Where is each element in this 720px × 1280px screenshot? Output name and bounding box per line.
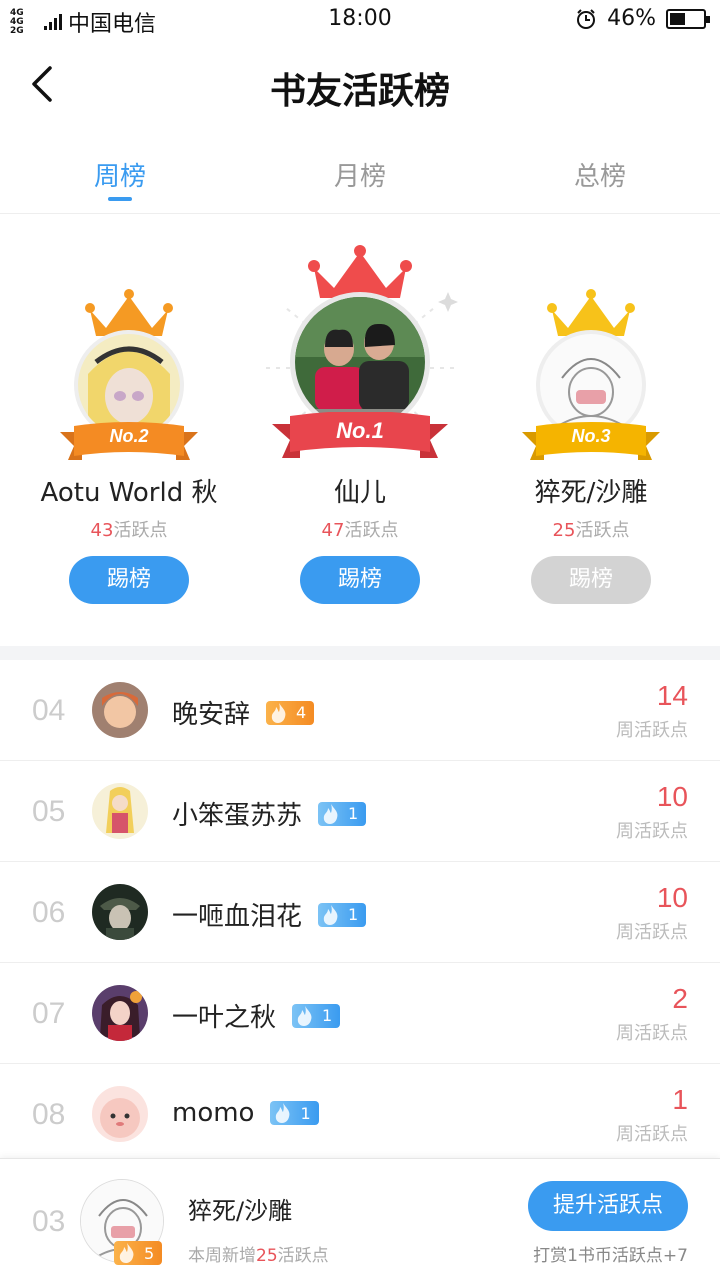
podium: No.2 Aotu World 秋 43活跃点 踢榜 No.1 仙儿 47活跃点…: [0, 214, 720, 646]
level-badge: 4: [266, 700, 315, 725]
reward-tip: 打赏1书币活跃点+7: [533, 1246, 688, 1266]
list-item[interactable]: 05 小笨蛋苏苏 1 10 周活跃点: [0, 761, 720, 862]
tab-monthly[interactable]: 月榜: [240, 136, 480, 213]
score-block: 2 周活跃点: [616, 983, 688, 1045]
flame-icon: [297, 1005, 312, 1026]
rank-number: 03: [32, 1205, 66, 1238]
user-name: 一咂血泪花: [172, 902, 303, 932]
kick-button[interactable]: 踢榜: [69, 556, 189, 604]
activity-score: 47活跃点: [321, 520, 399, 541]
user-name-group: 一咂血泪花 1: [172, 896, 367, 933]
flame-icon: [119, 1243, 134, 1263]
user-name: 晚安辞: [172, 700, 251, 730]
level-badge: 1: [318, 801, 367, 826]
rank-number: 08: [32, 1098, 66, 1131]
avatar[interactable]: [92, 985, 148, 1041]
user-name: 猝死/沙雕: [534, 478, 648, 508]
user-name-group: 一叶之秋 1: [172, 997, 341, 1034]
alarm-icon: [577, 8, 596, 29]
level-badge: 1: [292, 1003, 341, 1028]
rank-label: No.3: [571, 426, 611, 446]
battery-icon: [666, 8, 710, 29]
score-label: 周活跃点: [616, 922, 688, 943]
weekly-gain: 本周新增25活跃点: [188, 1246, 329, 1266]
user-name: momo: [172, 1098, 255, 1128]
tab-bar: 周榜 月榜 总榜: [0, 136, 720, 214]
user-name: 一叶之秋: [172, 1003, 277, 1033]
user-name: 仙儿: [333, 478, 386, 508]
avatar[interactable]: [92, 1086, 148, 1142]
flame-icon: [271, 702, 286, 723]
tab-weekly[interactable]: 周榜: [0, 136, 240, 213]
rank-label: No.2: [109, 426, 149, 446]
score-value: 10: [656, 882, 688, 913]
level-badge: 5: [114, 1241, 163, 1265]
list-item[interactable]: 04 晚安辞 4 14 周活跃点: [0, 660, 720, 761]
battery-percent: 46%: [607, 6, 656, 31]
score-label: 周活跃点: [616, 720, 688, 741]
avatar[interactable]: [290, 292, 430, 432]
score-block: 14 周活跃点: [616, 680, 688, 742]
score-value: 2: [672, 983, 688, 1014]
kick-button[interactable]: 踢榜: [531, 556, 651, 604]
user-name: 小笨蛋苏苏: [172, 801, 303, 831]
user-name: 猝死/沙雕: [188, 1197, 293, 1225]
score-value: 10: [656, 781, 688, 812]
podium-second: No.2 Aotu World 秋 43活跃点 踢榜: [20, 214, 238, 646]
rank-number: 06: [32, 896, 66, 929]
user-name-group: momo 1: [172, 1098, 319, 1128]
flame-icon: [323, 803, 338, 824]
list-item[interactable]: 06 一咂血泪花 1 10 周活跃点: [0, 862, 720, 963]
activity-score: 43活跃点: [90, 520, 168, 541]
level-badge: 1: [270, 1101, 319, 1125]
ranking-list: 04 晚安辞 4 14 周活跃点 05 小笨蛋苏苏 1 10 周活跃点 06 一…: [0, 660, 720, 1165]
flame-icon: [323, 904, 338, 925]
score-block: 1 周活跃点: [616, 1084, 688, 1146]
rank-label: No.1: [336, 418, 384, 443]
list-item[interactable]: 08 momo 1 1 周活跃点: [0, 1064, 720, 1165]
avatar[interactable]: [92, 884, 148, 940]
rank-number: 04: [32, 694, 66, 727]
user-name-group: 晚安辞 4: [172, 694, 315, 731]
avatar[interactable]: [92, 783, 148, 839]
level-badge: 1: [318, 902, 367, 927]
rank-number: 07: [32, 997, 66, 1030]
score-label: 周活跃点: [616, 1023, 688, 1044]
user-name-group: 小笨蛋苏苏 1: [172, 795, 367, 832]
section-divider: [0, 646, 720, 660]
score-block: 10 周活跃点: [616, 882, 688, 944]
score-value: 14: [656, 680, 688, 711]
my-rank-bar: 03 5 猝死/沙雕 本周新增25活跃点 提升活跃点 打赏1书币活跃点+7: [0, 1158, 720, 1280]
podium-third: No.3 猝死/沙雕 25活跃点 踢榜: [482, 214, 700, 646]
activity-score: 25活跃点: [552, 520, 630, 541]
page-title: 书友活跃榜: [269, 70, 450, 112]
user-name: Aotu World 秋: [40, 478, 218, 508]
boost-activity-button[interactable]: 提升活跃点: [528, 1181, 688, 1231]
score-value: 1: [672, 1084, 688, 1115]
avatar[interactable]: [92, 682, 148, 738]
rank-number: 05: [32, 795, 66, 828]
score-label: 周活跃点: [616, 1124, 688, 1145]
kick-button[interactable]: 踢榜: [300, 556, 420, 604]
score-block: 10 周活跃点: [616, 781, 688, 843]
tab-total[interactable]: 总榜: [480, 136, 720, 213]
list-item[interactable]: 07 一叶之秋 1 2 周活跃点: [0, 963, 720, 1064]
header: 书友活跃榜: [0, 40, 720, 136]
flame-icon: [276, 1103, 290, 1123]
status-bar: 4G 4G 2G 中国电信 18:00 46%: [0, 0, 720, 40]
score-label: 周活跃点: [616, 821, 688, 842]
podium-first: No.1 仙儿 47活跃点 踢榜: [250, 214, 470, 646]
